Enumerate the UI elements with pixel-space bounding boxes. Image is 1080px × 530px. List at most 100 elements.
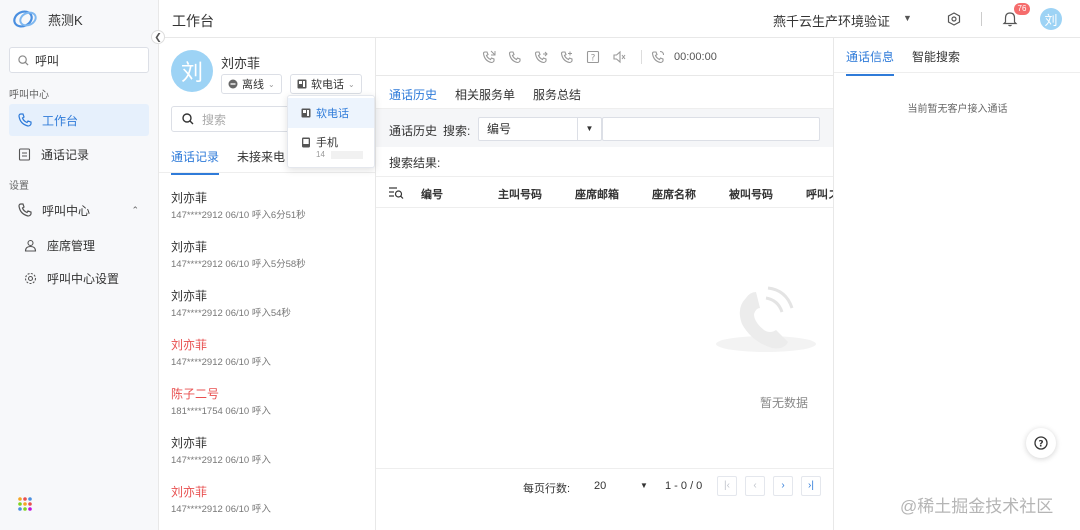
- sidebar-item-label: 工作台: [42, 113, 79, 128]
- toolbar-divider: [641, 50, 642, 64]
- call-detail-panel: ? 00:00:00 通话历史 相关服务单 服务总结 通话历史 搜索: 编号 ▼…: [376, 38, 833, 530]
- offline-status-icon: [228, 79, 238, 89]
- search-field-select[interactable]: 编号 ▼: [478, 117, 602, 141]
- phone-mode-label: 软电话: [311, 79, 344, 91]
- call-toolbar: ? 00:00:00: [376, 38, 833, 76]
- app-name: 燕测K: [48, 12, 83, 28]
- search-results-label: 搜索结果:: [389, 156, 441, 170]
- caller-name: 刘亦菲: [171, 289, 208, 303]
- environment-selector[interactable]: 燕千云生产环境验证: [773, 11, 890, 30]
- answer-call-icon[interactable]: [482, 50, 496, 64]
- call-list-item[interactable]: 刘亦菲 147****2912 06/10 呼入: [171, 484, 366, 530]
- table-header: 编号 主叫号码 座席邮箱 座席名称 被叫号码 呼叫ス: [376, 176, 833, 208]
- chevron-left-icon: ❮: [154, 31, 162, 42]
- sidebar-item-call-center-settings[interactable]: 呼叫中心设置: [9, 262, 149, 294]
- call-list-item[interactable]: 陈子二号 181****1754 06/10 呼入: [171, 386, 366, 435]
- agent-name: 刘亦菲: [221, 56, 261, 71]
- caret-down-icon[interactable]: ▼: [640, 481, 648, 490]
- app-grid-icon[interactable]: [17, 496, 33, 512]
- search-field-value: 编号: [487, 122, 512, 136]
- column-header[interactable]: 座席名称: [652, 186, 696, 202]
- mobile-number-partial: 14: [288, 150, 374, 159]
- option-mobile[interactable]: 手机: [288, 134, 374, 150]
- first-page-button[interactable]: |‹: [717, 476, 737, 496]
- rows-per-page-select[interactable]: 20: [594, 480, 606, 492]
- call-list-item[interactable]: 刘亦菲 147****2912 06/10 呼入6分51秒: [171, 190, 366, 239]
- svg-text:?: ?: [1038, 440, 1043, 450]
- chevron-down-icon: ⌄: [348, 79, 355, 89]
- last-page-button[interactable]: ›|: [801, 476, 821, 496]
- conference-call-icon[interactable]: [560, 50, 574, 64]
- chevron-down-icon: ⌄: [268, 79, 275, 89]
- call-meta: 147****2912 06/10 呼入5分58秒: [171, 259, 306, 270]
- caller-name: 刘亦菲: [171, 338, 208, 352]
- option-softphone[interactable]: 软电话: [288, 98, 374, 128]
- filter-search-label: 搜索:: [443, 124, 471, 138]
- tab-call-history[interactable]: 通话记录: [171, 148, 220, 175]
- caret-down-icon[interactable]: ▼: [903, 13, 912, 23]
- mute-icon[interactable]: [612, 50, 626, 64]
- softphone-icon: [297, 79, 307, 89]
- sidebar-item-workbench[interactable]: 工作台: [9, 104, 149, 136]
- empty-state-text: 暂无数据: [760, 396, 809, 410]
- search-icon: [182, 113, 194, 125]
- call-meta: 147****2912 06/10 呼入: [171, 455, 271, 466]
- call-list-item[interactable]: 刘亦菲 147****2912 06/10 呼入: [171, 435, 366, 484]
- call-list: 刘亦菲 147****2912 06/10 呼入6分51秒 刘亦菲 147****29…: [171, 190, 366, 530]
- chevron-up-icon: ⌃: [131, 204, 139, 215]
- help-button[interactable]: ?: [1026, 428, 1056, 458]
- contact-search-placeholder: 搜索: [202, 112, 227, 127]
- column-header[interactable]: 呼叫ス: [806, 186, 833, 202]
- caller-name: 刘亦菲: [171, 485, 208, 499]
- call-list-item[interactable]: 刘亦菲 147****2912 06/10 呼入54秒: [171, 288, 366, 337]
- call-meta: 147****2912 06/10 呼入: [171, 504, 271, 515]
- call-timer-icon: [651, 51, 664, 64]
- prev-page-button[interactable]: ‹: [745, 476, 765, 496]
- sidebar-item-call-center[interactable]: 呼叫中心 ⌃: [9, 194, 149, 226]
- search-value-input[interactable]: [602, 117, 820, 141]
- app-logo[interactable]: 燕测K: [12, 8, 83, 30]
- document-icon: [18, 147, 31, 161]
- page-title: 工作台: [172, 13, 214, 29]
- next-page-button[interactable]: ›: [773, 476, 793, 496]
- caller-name: 陈子二号: [171, 387, 220, 401]
- consult-icon[interactable]: ?: [586, 50, 600, 64]
- pagination: 每页行数: 20 ▼ 1 - 0 / 0 |‹ ‹ › ›|: [376, 468, 833, 502]
- column-header[interactable]: 主叫号码: [498, 186, 542, 202]
- transfer-call-icon[interactable]: [534, 50, 548, 64]
- agent-status-label: 离线: [242, 79, 264, 91]
- collapse-sidebar-button[interactable]: ❮: [151, 30, 165, 44]
- sidebar-item-label: 呼叫中心: [42, 203, 91, 218]
- rows-per-page-label: 每页行数:: [523, 483, 571, 495]
- tab-missed-calls[interactable]: 未接来电: [237, 148, 285, 175]
- phone-mode-dropdown: 软电话 手机 14: [287, 95, 375, 168]
- settings-hex-icon[interactable]: [947, 12, 961, 26]
- call-list-item[interactable]: 刘亦菲 147****2912 06/10 呼入: [171, 337, 366, 386]
- sidebar-item-label: 座席管理: [47, 238, 96, 253]
- contact-search-input[interactable]: 搜索: [171, 106, 291, 132]
- sidebar-search-input[interactable]: 呼叫: [9, 47, 149, 73]
- gear-icon: [24, 272, 37, 284]
- column-filter-icon[interactable]: [388, 186, 404, 200]
- column-header[interactable]: 座席邮箱: [575, 186, 619, 202]
- sidebar-item-call-records[interactable]: 通话记录: [9, 138, 149, 170]
- user-avatar[interactable]: 刘: [1040, 8, 1062, 30]
- call-list-item[interactable]: 刘亦菲 147****2912 06/10 呼入5分58秒: [171, 239, 366, 288]
- agent-status-select[interactable]: 离线 ⌄: [221, 74, 282, 94]
- mobile-number-text: 14: [316, 150, 325, 159]
- column-header[interactable]: 被叫号码: [729, 186, 773, 202]
- column-header[interactable]: 编号: [421, 186, 443, 202]
- option-label: 手机: [316, 137, 338, 149]
- caret-down-icon: ▼: [577, 118, 601, 140]
- hangup-icon[interactable]: [508, 50, 522, 64]
- sidebar-item-seat-management[interactable]: 座席管理: [9, 229, 149, 261]
- phone-mode-select[interactable]: 软电话 ⌄: [290, 74, 362, 94]
- no-active-call-text: 当前暂无客户接入通话: [907, 104, 1008, 115]
- call-meta: 147****2912 06/10 呼入: [171, 357, 271, 368]
- phone-icon: [18, 203, 32, 217]
- filter-bar: 通话历史 搜索: 编号 ▼: [376, 109, 833, 147]
- mobile-phone-icon: [302, 137, 310, 147]
- user-group-icon: [24, 239, 37, 252]
- sidebar: 燕测K 呼叫 呼叫中心 工作台 通话记录 设置 呼叫中心 ⌃ 座席管理 呼叫中心…: [0, 0, 159, 530]
- agent-avatar: 刘: [171, 50, 213, 92]
